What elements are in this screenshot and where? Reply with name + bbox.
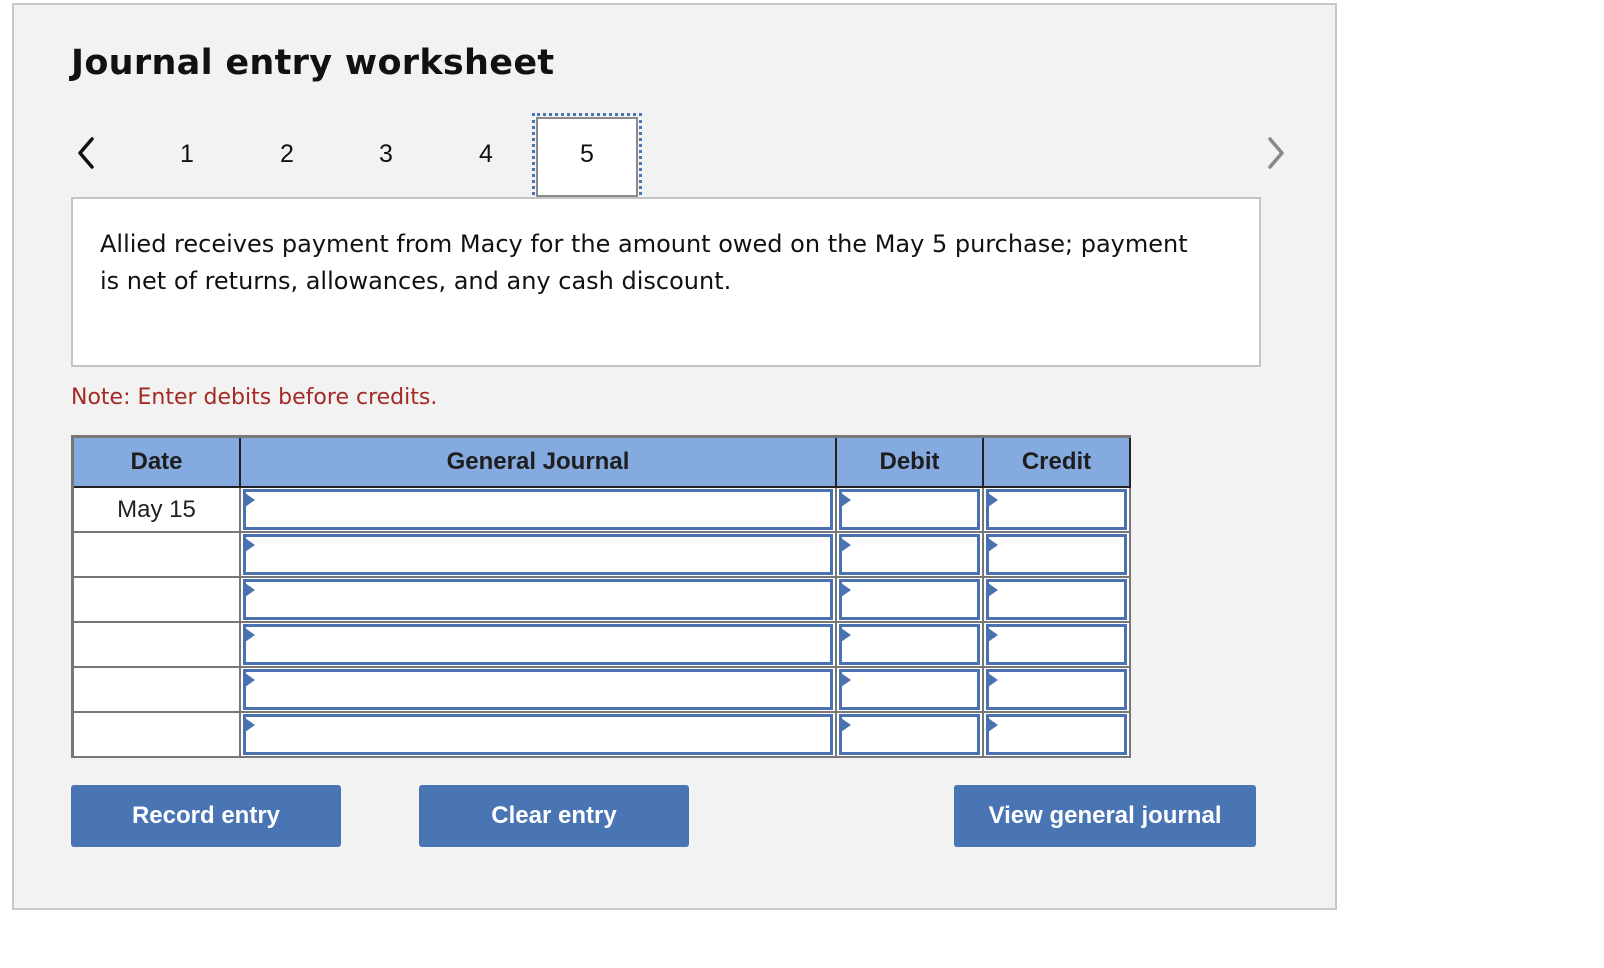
chevron-right-icon[interactable] [1260, 135, 1290, 171]
step-3-tab[interactable]: 3 [336, 129, 436, 179]
credit-cell [982, 576, 1131, 623]
column-header-credit: Credit [982, 435, 1131, 488]
credit-cell [982, 711, 1131, 758]
dropdown-indicator-icon [988, 628, 998, 642]
date-cell [71, 711, 241, 758]
credit-input[interactable] [986, 669, 1127, 710]
step-5-tab[interactable]: 5 [532, 113, 642, 201]
table-row [71, 621, 1131, 668]
account-cell [239, 576, 837, 623]
debit-cell [835, 531, 984, 578]
table-row [71, 666, 1131, 713]
credit-cell [982, 621, 1131, 668]
clear-entry-button[interactable]: Clear entry [419, 785, 689, 847]
dropdown-indicator-icon [841, 628, 851, 642]
column-header-general-journal: General Journal [239, 435, 837, 488]
date-cell: May 15 [71, 486, 241, 533]
account-input[interactable] [243, 669, 833, 710]
dropdown-indicator-icon [841, 718, 851, 732]
dropdown-indicator-icon [988, 673, 998, 687]
credit-input[interactable] [986, 714, 1127, 755]
debit-cell [835, 666, 984, 713]
account-cell [239, 486, 837, 533]
debit-cell [835, 576, 984, 623]
date-cell [71, 666, 241, 713]
dropdown-indicator-icon [988, 493, 998, 507]
credit-cell [982, 531, 1131, 578]
dropdown-indicator-icon [988, 718, 998, 732]
column-header-debit: Debit [835, 435, 984, 488]
account-cell [239, 666, 837, 713]
account-cell [239, 531, 837, 578]
debit-cell [835, 486, 984, 533]
date-cell [71, 576, 241, 623]
step-2-tab[interactable]: 2 [237, 129, 337, 179]
view-general-journal-button[interactable]: View general journal [954, 785, 1256, 847]
step-1-tab[interactable]: 1 [137, 129, 237, 179]
step-navigation: 1 2 3 4 5 [14, 113, 1339, 205]
dropdown-indicator-icon [245, 628, 255, 642]
account-input[interactable] [243, 534, 833, 575]
debit-cell [835, 711, 984, 758]
question-box: Allied receives payment from Macy for th… [71, 197, 1261, 367]
dropdown-indicator-icon [245, 538, 255, 552]
question-text: Allied receives payment from Macy for th… [100, 230, 1188, 295]
debit-cell [835, 621, 984, 668]
dropdown-indicator-icon [841, 538, 851, 552]
dropdown-indicator-icon [841, 673, 851, 687]
credit-input[interactable] [986, 534, 1127, 575]
debit-input[interactable] [839, 624, 980, 665]
debit-input[interactable] [839, 489, 980, 530]
dropdown-indicator-icon [245, 583, 255, 597]
dropdown-indicator-icon [988, 583, 998, 597]
dropdown-indicator-icon [245, 718, 255, 732]
dropdown-indicator-icon [245, 673, 255, 687]
account-input[interactable] [243, 714, 833, 755]
credit-cell [982, 666, 1131, 713]
record-entry-button[interactable]: Record entry [71, 785, 341, 847]
table-row [71, 711, 1131, 758]
credit-input[interactable] [986, 579, 1127, 620]
date-cell [71, 621, 241, 668]
date-cell [71, 531, 241, 578]
account-input[interactable] [243, 579, 833, 620]
debit-input[interactable] [839, 669, 980, 710]
table-header-row: Date General Journal Debit Credit [71, 435, 1131, 488]
journal-table: Date General Journal Debit Credit May 15 [71, 435, 1131, 758]
chevron-left-icon[interactable] [72, 135, 102, 171]
table-row [71, 531, 1131, 578]
account-input[interactable] [243, 489, 833, 530]
instruction-note: Note: Enter debits before credits. [71, 385, 438, 410]
debit-input[interactable] [839, 579, 980, 620]
debit-input[interactable] [839, 534, 980, 575]
account-cell [239, 711, 837, 758]
page-title: Journal entry worksheet [71, 43, 555, 83]
column-header-date: Date [71, 435, 241, 488]
credit-input[interactable] [986, 624, 1127, 665]
dropdown-indicator-icon [245, 493, 255, 507]
worksheet-panel: Journal entry worksheet 1 2 3 4 5 Allied… [12, 3, 1337, 910]
debit-input[interactable] [839, 714, 980, 755]
account-cell [239, 621, 837, 668]
step-4-tab[interactable]: 4 [436, 129, 536, 179]
dropdown-indicator-icon [841, 583, 851, 597]
table-row: May 15 [71, 486, 1131, 533]
table-row [71, 576, 1131, 623]
dropdown-indicator-icon [988, 538, 998, 552]
credit-cell [982, 486, 1131, 533]
credit-input[interactable] [986, 489, 1127, 530]
account-input[interactable] [243, 624, 833, 665]
dropdown-indicator-icon [841, 493, 851, 507]
